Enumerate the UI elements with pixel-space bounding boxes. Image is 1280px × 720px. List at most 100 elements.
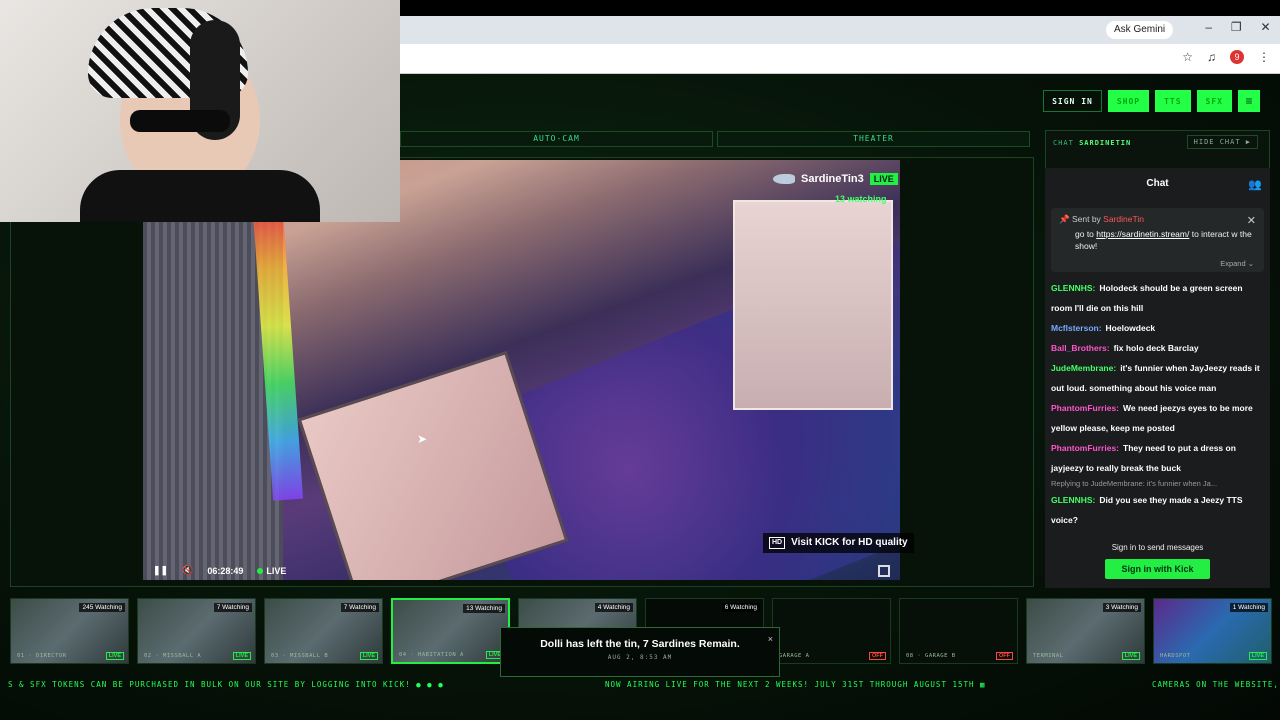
chat-message: Ball_Brothers: fix holo deck Barclay [1051,338,1264,358]
pause-icon[interactable]: ❚❚ [153,565,168,576]
sfx-button[interactable]: SFX [1196,90,1232,112]
video-scene-bed [297,350,569,580]
chat-users-icon[interactable]: 👥 [1248,178,1262,191]
thumbnail-name: HARDSPOT [1160,653,1191,659]
close-pinned-icon[interactable]: ✕ [1247,214,1256,227]
thumbnail-name: TERMINAL [1033,653,1064,659]
sign-in-with-kick-button[interactable]: Sign in with Kick [1105,559,1210,579]
close-toast-icon[interactable]: × [768,634,773,644]
thumbnail-viewer-count: 4 Watching [594,603,633,612]
tab-theater[interactable]: THEATER [717,131,1030,147]
streamer-info: SardineTin3 LIVE [773,173,898,185]
thumbnail-status: LIVE [1248,652,1267,660]
sign-in-button[interactable]: SIGN IN [1043,90,1102,112]
thumbnail-name: 01 · DIRECTOR [17,653,67,659]
browser-menu-icon[interactable]: ⋮ [1258,50,1270,64]
fullscreen-icon[interactable] [878,565,890,577]
bookmark-star-icon[interactable]: ☆ [1182,50,1193,64]
mute-icon[interactable]: 🔇 [182,565,193,576]
chat-message: GLENNHS: Holodeck should be a green scree… [1051,278,1264,318]
video-stream[interactable] [143,160,900,580]
viewer-count: 13 watching [835,194,887,204]
tab-auto-cam[interactable]: AUTO-CAM [400,131,713,147]
thumbnail-viewer-count: 245 Watching [79,603,125,612]
thumbnail-status: LIVE [1121,652,1140,660]
thumbnail-name: 08 · GARAGE B [906,653,956,659]
chat-body: Chat 👥 📌 Sent by SardineTin go to https:… [1045,168,1270,534]
streamer-name[interactable]: SardineTin3 [801,173,864,185]
thumbnail-viewer-count: 7 Watching [213,603,252,612]
pinned-text: go to https://sardinetin.stream/ to inte… [1059,228,1256,252]
thumbnail-name: GARAGE A [779,653,810,659]
shop-button[interactable]: SHOP [1107,90,1150,112]
camera-thumbnail-active[interactable]: 13 Watching 04 · HABITATION A LIVE [391,598,510,664]
thumbnail-name: 03 · MISSBALL B [271,653,329,659]
minimize-icon[interactable]: – [1205,20,1212,40]
webcam-shirt [80,170,320,222]
live-indicator[interactable]: LIVE [257,566,286,576]
pinned-sender[interactable]: SardineTin [1103,214,1144,224]
chat-message: JudeMembrane: it's funnier when JayJeezy … [1051,358,1264,398]
top-navigation: SIGN IN SHOP TTS SFX ≡ [1043,90,1260,112]
chat-text: Hoelowdeck [1105,323,1156,333]
thumbnail-viewer-count: 13 Watching [463,604,505,613]
news-ticker: S & SFX TOKENS CAN BE PURCHASED IN BULK … [0,678,1280,692]
chat-message: GLENNHS: Did you see they made a Jeezy TT… [1051,490,1264,530]
pinned-link[interactable]: https://sardinetin.stream/ [1096,229,1189,239]
streamer-webcam-overlay [0,0,400,222]
chat-message: Mcflsterson: Hoelowdeck [1051,318,1264,338]
camera-thumbnail[interactable]: 7 Watching 02 · MISSBALL A LIVE [137,598,256,664]
chat-username[interactable]: PhantomFurries: [1051,403,1119,413]
chat-footer: Sign in to send messages Sign in with Ki… [1045,534,1270,588]
ticker-left: S & SFX TOKENS CAN BE PURCHASED IN BULK … [8,680,444,689]
tts-button[interactable]: TTS [1155,90,1191,112]
webcam-sunglasses [130,110,230,132]
ask-gemini-button[interactable]: Ask Gemini [1106,21,1174,39]
window-controls: – ❐ ✕ [1196,20,1280,40]
pinned-text-before: go to [1075,229,1097,239]
chat-username[interactable]: PhantomFurries: [1051,443,1119,453]
camera-thumbnail[interactable]: 7 Watching 03 · MISSBALL B LIVE [264,598,383,664]
pin-icon: 📌 [1059,214,1070,224]
camera-thumbnail[interactable]: 245 Watching 01 · DIRECTOR LIVE [10,598,129,664]
chat-message-list: GLENNHS: Holodeck should be a green scree… [1051,278,1264,530]
thumbnail-name: 04 · HABITATION A [399,652,464,658]
thumbnail-viewer-count: 3 Watching [1102,603,1141,612]
chat-reply-note: Replying to JudeMembrane: it's funnier w… [1051,479,1218,488]
notification-toast: Dolli has left the tin, 7 Sardines Remai… [500,627,780,677]
close-window-icon[interactable]: ✕ [1261,20,1271,40]
camera-thumbnail[interactable]: GARAGE A OFF [772,598,891,664]
hide-chat-button[interactable]: HIDE CHAT ▶ [1186,135,1258,149]
thumbnail-status: LIVE [232,652,251,660]
thumbnail-name: 02 · MISSBALL A [144,653,202,659]
pinned-message: 📌 Sent by SardineTin go to https://sardi… [1051,208,1264,272]
thumbnail-viewer-count: 7 Watching [340,603,379,612]
profile-avatar[interactable]: 9 [1230,50,1244,64]
browser-toolbar-icons: ☆ ♫ 9 ⋮ [1182,50,1270,64]
expand-pinned-button[interactable]: Expand ⌄ [1220,259,1254,268]
live-indicator-label: LIVE [266,565,287,576]
video-scene-shelf [733,200,893,410]
chat-username[interactable]: Ball_Brothers: [1051,343,1110,353]
toast-title: Dolli has left the tin, 7 Sardines Remai… [540,638,740,650]
camera-thumbnail[interactable]: 3 Watching TERMINAL LIVE [1026,598,1145,664]
media-control-icon[interactable]: ♫ [1207,50,1216,64]
camera-thumbnail[interactable]: 08 · GARAGE B OFF [899,598,1018,664]
thumbnail-status: LIVE [359,652,378,660]
camera-thumbnail[interactable]: 1 Watching HARDSPOT LIVE [1153,598,1272,664]
restore-icon[interactable]: ❐ [1231,20,1242,40]
hamburger-menu-icon[interactable]: ≡ [1238,90,1260,112]
chat-username[interactable]: JudeMembrane: [1051,363,1116,373]
chat-username[interactable]: GLENNHS: [1051,495,1095,505]
hd-quality-label: Visit KICK for HD quality [791,537,908,548]
hd-quality-button[interactable]: HD Visit KICK for HD quality [763,533,914,553]
chat-username[interactable]: GLENNHS: [1051,283,1095,293]
chat-signin-text: Sign in to send messages [1111,543,1204,552]
thumbnail-status: OFF [869,652,886,660]
chat-header: CHAT SARDINETIN HIDE CHAT ▶ [1045,135,1270,151]
chat-text: fix holo deck Barclay [1113,343,1199,353]
toast-time: AUG 2, 8:53 AM [607,654,673,661]
chat-message: PhantomFurries: We need jeezys eyes to be… [1051,398,1264,438]
chat-username[interactable]: Mcflsterson: [1051,323,1102,333]
thumbnail-viewer-count: 6 Watching [721,603,760,612]
